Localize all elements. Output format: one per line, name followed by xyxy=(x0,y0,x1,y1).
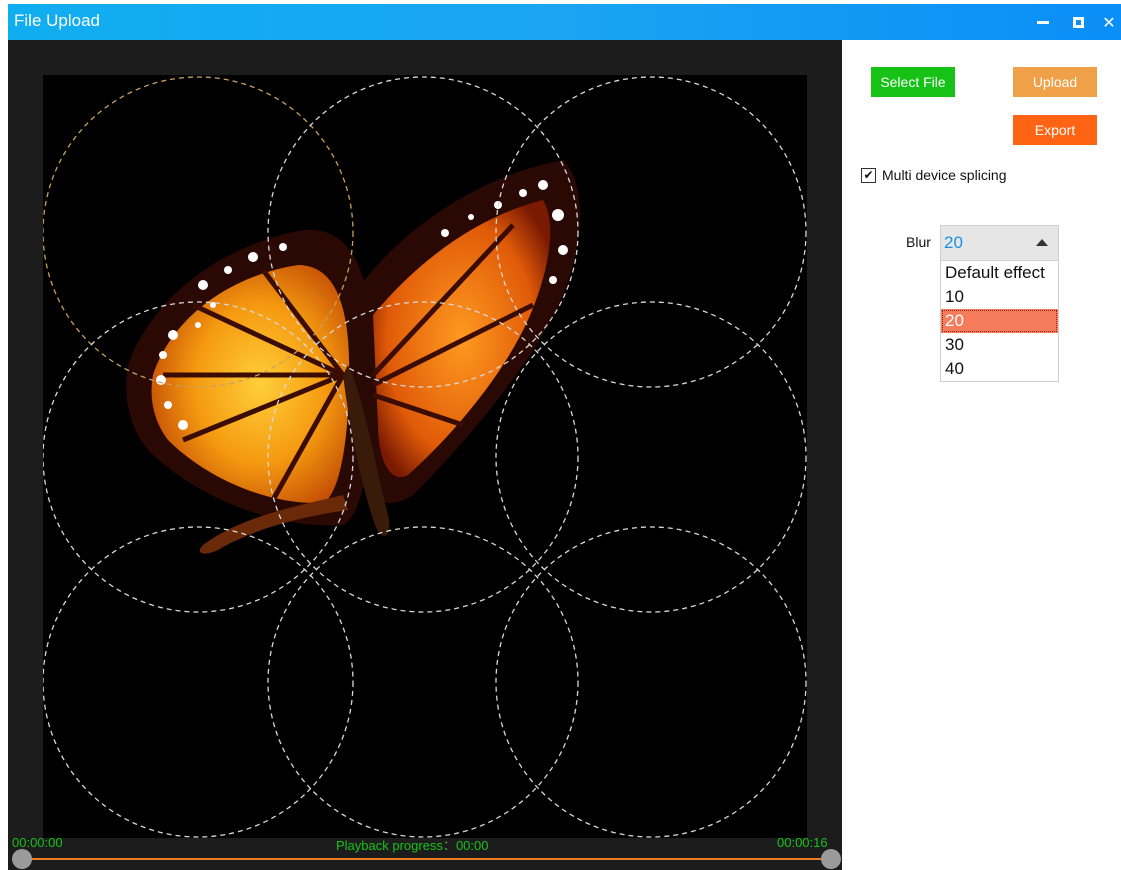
close-icon: ✕ xyxy=(1102,12,1116,32)
multi-device-splicing-option[interactable]: ✔ Multi device splicing xyxy=(861,167,1007,183)
blur-dropdown-list: Default effect 10 20 30 40 xyxy=(940,261,1059,382)
multi-device-label: Multi device splicing xyxy=(882,167,1007,183)
video-preview[interactable] xyxy=(43,75,807,838)
close-button[interactable]: ✕ xyxy=(1092,4,1121,40)
blur-option-20[interactable]: 20 xyxy=(941,309,1058,333)
title-bar[interactable]: File Upload ✕ xyxy=(8,4,1121,40)
select-file-button[interactable]: Select File xyxy=(871,67,955,97)
butterfly-image xyxy=(126,160,580,554)
playback-progress-label: Playback progress：00:00 xyxy=(336,838,489,853)
blur-label: Blur xyxy=(906,234,931,250)
blur-option-10[interactable]: 10 xyxy=(941,285,1058,309)
minimize-icon xyxy=(1037,20,1049,24)
video-player: 00:00:00 Playback progress：00:00 00:00:1… xyxy=(8,40,842,870)
chevron-up-icon xyxy=(1036,239,1048,246)
file-upload-window: File Upload ✕ 00:00:00 Playback progress… xyxy=(0,0,1121,870)
blur-option-default[interactable]: Default effect xyxy=(941,261,1058,285)
multi-device-checkbox[interactable]: ✔ xyxy=(861,167,876,183)
time-end: 00:00:16 xyxy=(777,835,828,850)
minimize-button[interactable] xyxy=(1026,4,1060,40)
blur-option-30[interactable]: 30 xyxy=(941,333,1058,357)
blur-selected-value: 20 xyxy=(944,233,963,252)
maximize-button[interactable] xyxy=(1061,4,1095,40)
progress-track[interactable] xyxy=(22,858,830,860)
progress-end-handle[interactable] xyxy=(821,849,841,869)
blur-option-40[interactable]: 40 xyxy=(941,357,1058,381)
window-title: File Upload xyxy=(14,11,100,30)
maximize-icon xyxy=(1072,16,1084,28)
blur-select[interactable]: 20 xyxy=(940,225,1059,261)
upload-button[interactable]: Upload xyxy=(1013,67,1097,97)
time-start: 00:00:00 xyxy=(12,835,63,850)
preview-canvas xyxy=(43,76,807,838)
export-button[interactable]: Export xyxy=(1013,115,1097,145)
progress-start-handle[interactable] xyxy=(12,849,32,869)
checkmark-icon: ✔ xyxy=(863,168,874,182)
